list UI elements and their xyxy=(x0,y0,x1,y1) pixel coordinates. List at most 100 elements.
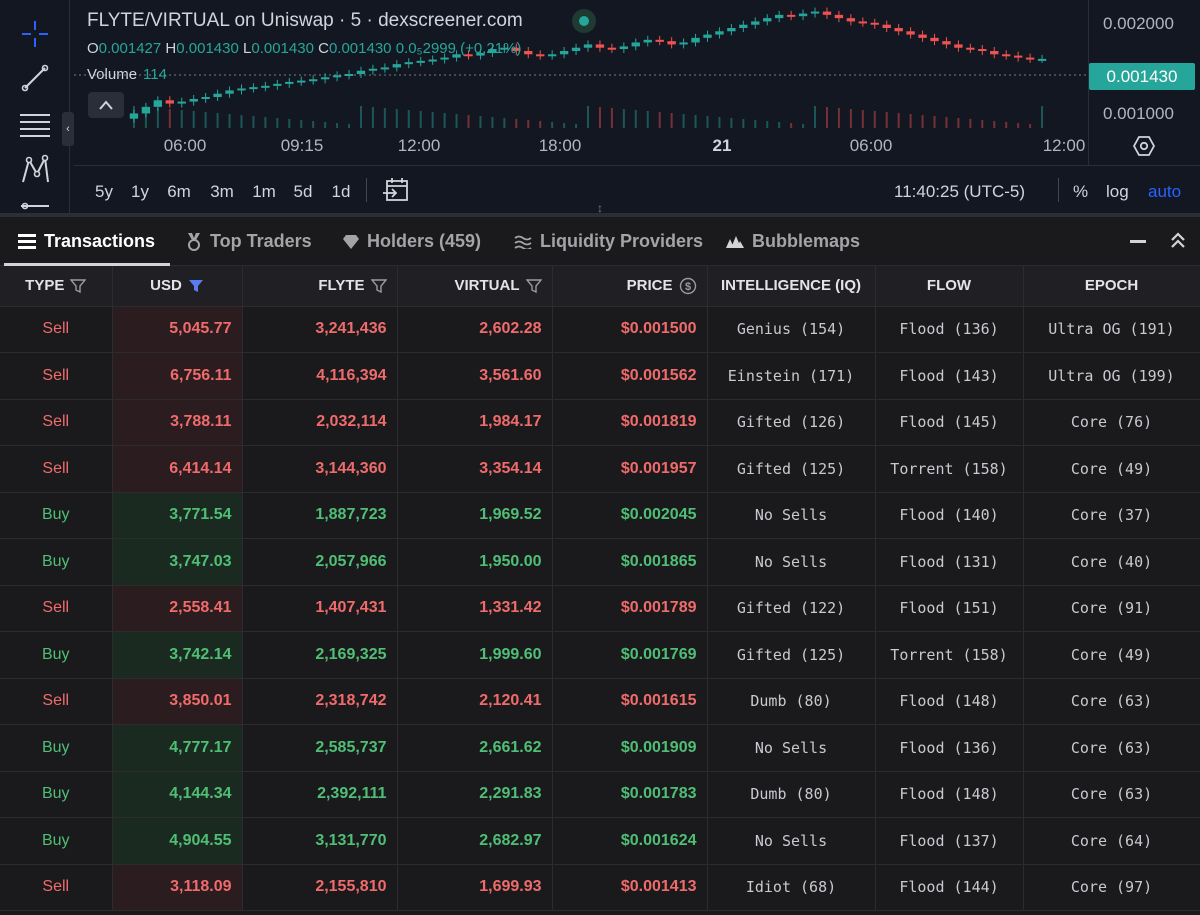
candle-body xyxy=(1013,55,1023,58)
tab-label: Top Traders xyxy=(210,231,312,251)
volume-bar xyxy=(921,115,924,128)
cell-usd: 5,045.77 xyxy=(112,306,243,353)
cell-virtual: 2,661.62 xyxy=(397,724,553,772)
candle-body xyxy=(810,11,820,14)
table-row[interactable]: Sell 5,045.77 3,241,436 2,602.28 $0.001500 Ge… xyxy=(0,306,1200,353)
table-row[interactable]: Sell 3,788.11 2,032,114 1,984.17 $0.001819 Gi… xyxy=(0,399,1200,446)
volume-bar xyxy=(252,116,255,128)
cell-type: Sell xyxy=(0,678,113,725)
range-1m-button[interactable]: 1m xyxy=(252,182,276,202)
filter-active-icon[interactable] xyxy=(188,278,204,294)
high-value: 0.001430 xyxy=(176,40,239,57)
volume-bar xyxy=(551,122,554,128)
log-scale-button[interactable]: log xyxy=(1106,182,1129,202)
range-1y-button[interactable]: 1y xyxy=(131,182,149,202)
percent-scale-button[interactable]: % xyxy=(1073,182,1088,202)
cell-flyte: 2,585,737 xyxy=(242,724,398,772)
table-row[interactable]: Buy 4,777.17 2,585,737 2,661.62 $0.001909 No … xyxy=(0,724,1200,772)
cell-usd: 3,747.03 xyxy=(112,538,243,586)
cell-epoch: Core (97) xyxy=(1023,864,1200,911)
minimize-panel-button[interactable] xyxy=(1130,240,1146,243)
cell-usd: 4,904.55 xyxy=(112,817,243,865)
table-row[interactable]: Buy 3,742.14 2,169,325 1,999.60 $0.001769 Gif… xyxy=(0,631,1200,679)
trend-line-icon[interactable] xyxy=(14,58,56,98)
collapse-toolbar-button[interactable]: ‹ xyxy=(62,112,74,146)
header-label: PRICE xyxy=(626,277,673,295)
cell-flyte: 4,116,394 xyxy=(242,352,398,400)
volume-bar xyxy=(610,108,613,128)
volume-bar xyxy=(1041,106,1044,128)
filter-icon[interactable] xyxy=(70,278,87,294)
header-label: FLYTE xyxy=(318,277,365,295)
candle-body xyxy=(308,79,318,82)
tab-transactions[interactable]: Transactions xyxy=(18,217,155,266)
table-row[interactable]: Sell 3,850.01 2,318,742 2,120.41 $0.001615 Du… xyxy=(0,678,1200,725)
go-to-date-button[interactable] xyxy=(382,176,410,204)
cell-epoch: Core (37) xyxy=(1023,492,1200,539)
volume-bar xyxy=(945,117,948,128)
column-header-usd[interactable]: USD xyxy=(112,266,243,307)
fib-retracement-icon[interactable] xyxy=(14,104,56,144)
clock-timezone[interactable]: 11:40:25 (UTC-5) xyxy=(894,182,1025,202)
auto-scale-button[interactable]: auto xyxy=(1148,182,1181,202)
time-axis-label: 21 xyxy=(712,136,732,155)
tab-top-traders[interactable]: Top Traders xyxy=(186,217,312,266)
range-3m-button[interactable]: 3m xyxy=(210,182,234,202)
column-header-virtual[interactable]: VIRTUAL xyxy=(397,266,553,307)
table-row[interactable]: Sell 6,756.11 4,116,394 3,561.60 $0.001562 Ei… xyxy=(0,352,1200,400)
column-header-type[interactable]: TYPE xyxy=(0,266,113,307)
column-header-intelligence[interactable]: INTELLIGENCE (IQ) xyxy=(707,266,876,307)
measure-icon[interactable] xyxy=(14,194,56,212)
transactions-table-container[interactable]: TYPE USD FLYTE VIRTUAL PRICE $ INTELLIGEN… xyxy=(0,266,1200,915)
range-6m-button[interactable]: 6m xyxy=(167,182,191,202)
table-row[interactable]: Sell 2,558.41 1,407,431 1,331.42 $0.001789 Gi… xyxy=(0,585,1200,632)
column-header-epoch[interactable]: EPOCH xyxy=(1023,266,1200,307)
filter-icon[interactable] xyxy=(370,278,387,294)
volume-bar xyxy=(909,114,912,128)
volume-bar xyxy=(180,110,183,128)
range-1d-button[interactable]: 1d xyxy=(332,182,351,202)
pattern-icon[interactable] xyxy=(14,150,56,190)
candle-body xyxy=(249,87,258,90)
cell-flow: Flood (131) xyxy=(875,538,1024,586)
divider xyxy=(1058,178,1059,202)
chart-settings-button[interactable] xyxy=(1130,133,1158,159)
tab-holders[interactable]: Holders (459) xyxy=(343,217,481,266)
range-5y-button[interactable]: 5y xyxy=(95,182,113,202)
tab-bubblemaps[interactable]: Bubblemaps xyxy=(726,217,860,266)
dollar-toggle-icon[interactable]: $ xyxy=(679,277,697,295)
cell-price: $0.001819 xyxy=(552,399,708,446)
table-row[interactable]: Sell 3,118.09 2,155,810 1,699.93 $0.001413 Id… xyxy=(0,864,1200,911)
table-row[interactable]: Buy 3,747.03 2,057,966 1,950.00 $0.001865 No … xyxy=(0,538,1200,586)
column-header-price[interactable]: PRICE $ xyxy=(552,266,708,307)
live-status-icon xyxy=(572,9,596,33)
tab-liquidity-providers[interactable]: Liquidity Providers xyxy=(514,217,703,266)
candle-body xyxy=(428,59,437,62)
table-row[interactable]: Buy 3,771.54 1,887,723 1,969.52 $0.002045 No … xyxy=(0,492,1200,539)
collapse-legend-button[interactable] xyxy=(88,92,124,118)
range-5d-button[interactable]: 5d xyxy=(294,182,313,202)
expand-panel-button[interactable] xyxy=(1168,229,1188,253)
table-row[interactable]: Buy 4,904.55 3,131,770 2,682.97 $0.001624 No … xyxy=(0,817,1200,865)
volume-bar xyxy=(443,113,446,128)
cell-usd: 3,742.14 xyxy=(112,631,243,679)
volume-bar xyxy=(479,116,482,128)
candle-body xyxy=(547,54,557,57)
volume-bar xyxy=(503,118,506,128)
column-header-flow[interactable]: FLOW xyxy=(875,266,1024,307)
crosshair-icon[interactable] xyxy=(14,14,56,54)
time-axis-label: 12:00 xyxy=(397,136,441,155)
volume-bar xyxy=(730,118,733,128)
filter-icon[interactable] xyxy=(525,278,542,294)
candle-body xyxy=(894,28,903,32)
price-chart-panel: ‹ FLYTE/VIRTUAL on Uniswap · 5 · dexscre… xyxy=(0,0,1200,213)
cell-intelligence: Idiot (68) xyxy=(707,864,876,911)
candle-body xyxy=(619,46,629,50)
cell-virtual: 1,950.00 xyxy=(397,538,553,586)
column-header-flyte[interactable]: FLYTE xyxy=(242,266,398,307)
table-row[interactable]: Buy 4,144.34 2,392,111 2,291.83 $0.001783 Dum… xyxy=(0,771,1200,818)
volume-bar xyxy=(539,121,542,128)
table-row[interactable]: Sell 6,414.14 3,144,360 3,354.14 $0.001957 Gi… xyxy=(0,445,1200,493)
time-axis[interactable]: 06:00 09:15 12:00 18:00 21 06:00 12:00 xyxy=(74,130,1088,165)
cell-intelligence: Gifted (126) xyxy=(707,399,876,446)
